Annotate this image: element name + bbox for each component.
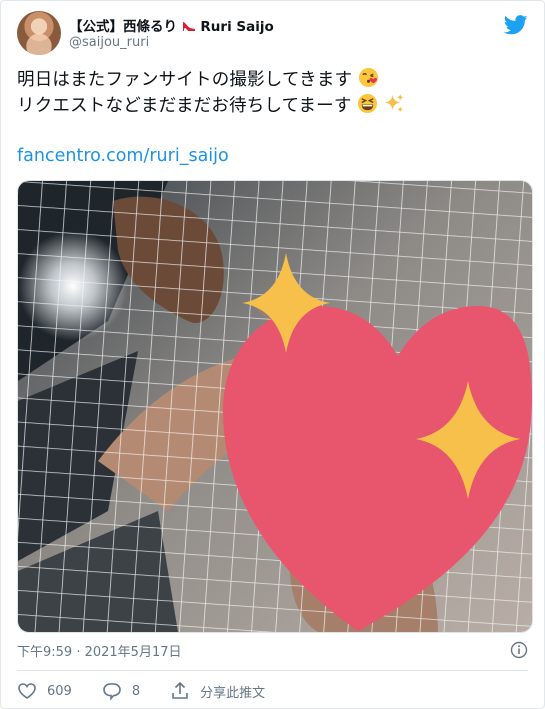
reply-count: 8: [131, 683, 141, 699]
twitter-bird-icon[interactable]: [504, 15, 528, 35]
heart-icon: [18, 683, 36, 699]
high-heel-icon: [182, 22, 195, 31]
kissing-face-icon: [358, 67, 379, 88]
comment-icon: [103, 683, 121, 701]
tweet-actions: 609 8 分享此推文: [17, 681, 295, 701]
author-name-suffix: Ruri Saijo: [200, 19, 274, 35]
reply-button[interactable]: 8: [102, 681, 140, 701]
tweet-photo[interactable]: [17, 180, 533, 633]
tweet-text-line1: 明日はまたファンサイトの撮影してきます: [17, 70, 353, 90]
tweet-text-line2: リクエストなどまだまだお待ちしてまーす: [17, 96, 352, 116]
like-button[interactable]: 609: [17, 681, 72, 701]
avatar[interactable]: [17, 11, 61, 55]
photo-content: [18, 181, 532, 632]
sparkles-icon: [385, 93, 404, 113]
grinning-squinting-face-icon: [358, 93, 378, 114]
share-button[interactable]: 分享此推文: [170, 681, 265, 701]
author-name-text: 【公式】西條るり: [69, 19, 177, 35]
divider: [17, 670, 528, 671]
share-icon: [172, 681, 188, 699]
info-icon[interactable]: [510, 641, 528, 659]
author-name[interactable]: 【公式】西條るり Ruri Saijo: [69, 15, 274, 35]
tweet-card[interactable]: 【公式】西條るり Ruri Saijo @saijou_ruri 明日はまたファ…: [0, 0, 545, 709]
fancentro-link[interactable]: fancentro.com/ruri_saijo: [17, 146, 229, 166]
like-count: 609: [47, 683, 72, 699]
share-label: 分享此推文: [200, 685, 266, 701]
tweet-timestamp[interactable]: 下午9:59 · 2021年5月17日: [17, 641, 182, 660]
tweet-text: 明日はまたファンサイトの撮影してきます リクエストなどまだまだお待ちしてまーす: [17, 67, 405, 119]
author-handle[interactable]: @saijou_ruri: [69, 35, 149, 50]
